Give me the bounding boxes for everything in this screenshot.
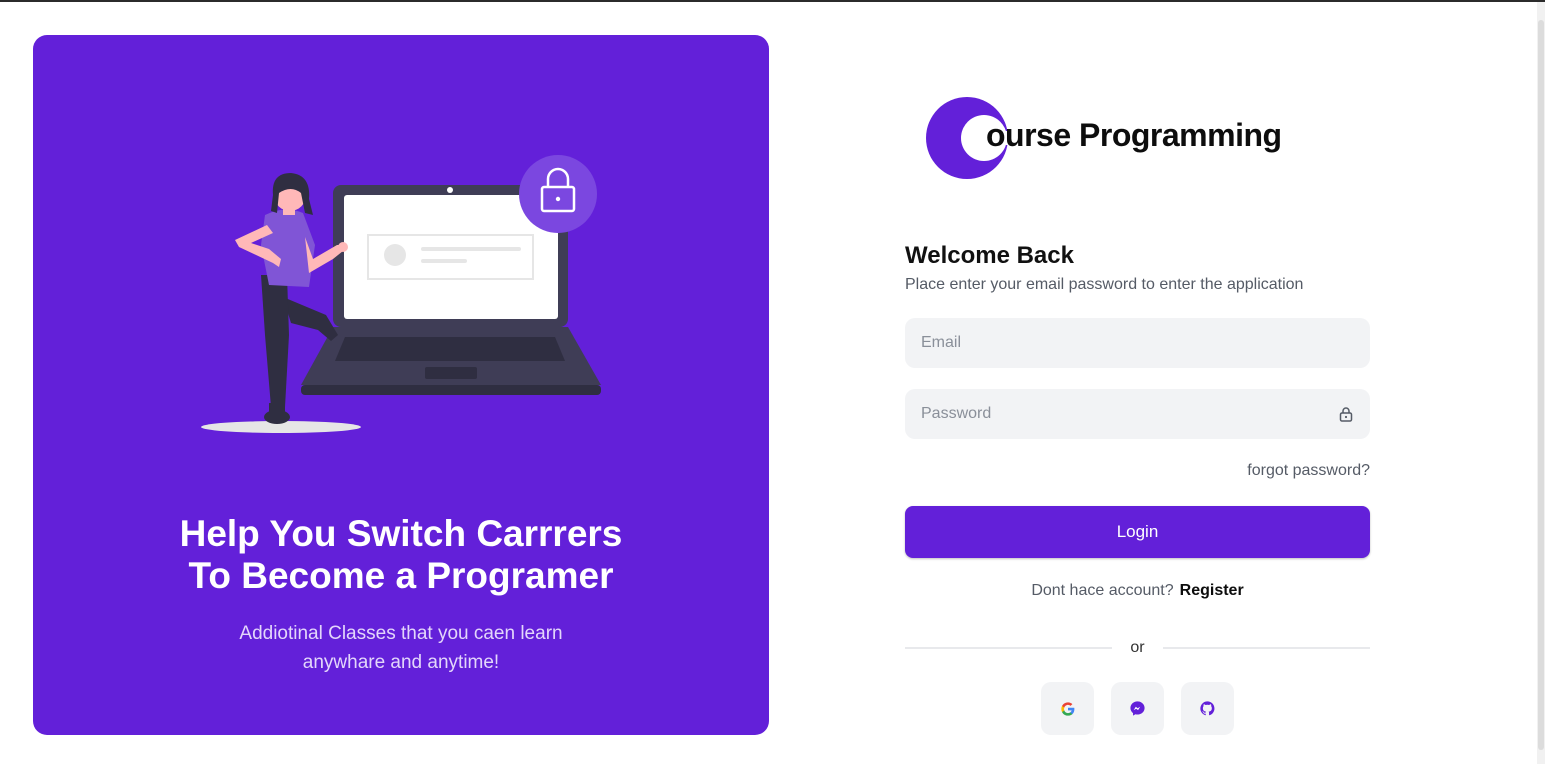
hero-subtitle-line-2: anywhare and anytime! bbox=[302, 652, 500, 673]
scrollbar[interactable] bbox=[1537, 2, 1545, 764]
page-subtitle: Place enter your email password to enter… bbox=[905, 276, 1304, 293]
hero-subtitle-line-1: Addiotinal Classes that you caen learn bbox=[239, 623, 563, 644]
hero-illustration bbox=[201, 155, 601, 433]
divider-right bbox=[1163, 647, 1370, 649]
register-link[interactable]: Register bbox=[1180, 582, 1244, 599]
lock-badge bbox=[519, 155, 597, 233]
hero-title-line-2: To Become a Programer bbox=[188, 555, 614, 596]
lock-icon bbox=[1339, 407, 1353, 422]
divider-left bbox=[905, 647, 1112, 649]
messenger-login-button[interactable] bbox=[1111, 682, 1164, 735]
login-button[interactable]: Login bbox=[905, 506, 1370, 558]
divider-text: or bbox=[1130, 639, 1145, 656]
brand-logo: ourse Programming bbox=[925, 95, 1305, 181]
no-account-text: Dont hace account? bbox=[1031, 582, 1174, 599]
register-row: Dont hace account? Register bbox=[905, 582, 1370, 600]
password-field-wrapper bbox=[905, 389, 1370, 439]
hero-panel: Help You Switch Carrrers To Become a Pro… bbox=[33, 35, 769, 735]
scrollbar-thumb[interactable] bbox=[1538, 20, 1544, 750]
hero-title: Help You Switch Carrrers To Become a Pro… bbox=[33, 513, 769, 597]
email-field-wrapper bbox=[905, 318, 1370, 368]
password-input[interactable] bbox=[905, 389, 1370, 439]
forgot-password-link[interactable]: forgot password? bbox=[1170, 462, 1370, 480]
hero-title-line-1: Help You Switch Carrrers bbox=[179, 513, 623, 554]
messenger-icon bbox=[1130, 701, 1145, 716]
github-login-button[interactable] bbox=[1181, 682, 1234, 735]
email-input[interactable] bbox=[905, 318, 1370, 368]
window-top-border bbox=[0, 0, 1545, 2]
google-login-button[interactable] bbox=[1041, 682, 1094, 735]
brand-name: ourse Programming bbox=[986, 117, 1282, 153]
google-icon bbox=[1060, 701, 1074, 716]
github-icon bbox=[1200, 701, 1215, 716]
hero-subtitle: Addiotinal Classes that you caen learn a… bbox=[33, 619, 769, 677]
page-title: Welcome Back bbox=[905, 242, 1074, 269]
